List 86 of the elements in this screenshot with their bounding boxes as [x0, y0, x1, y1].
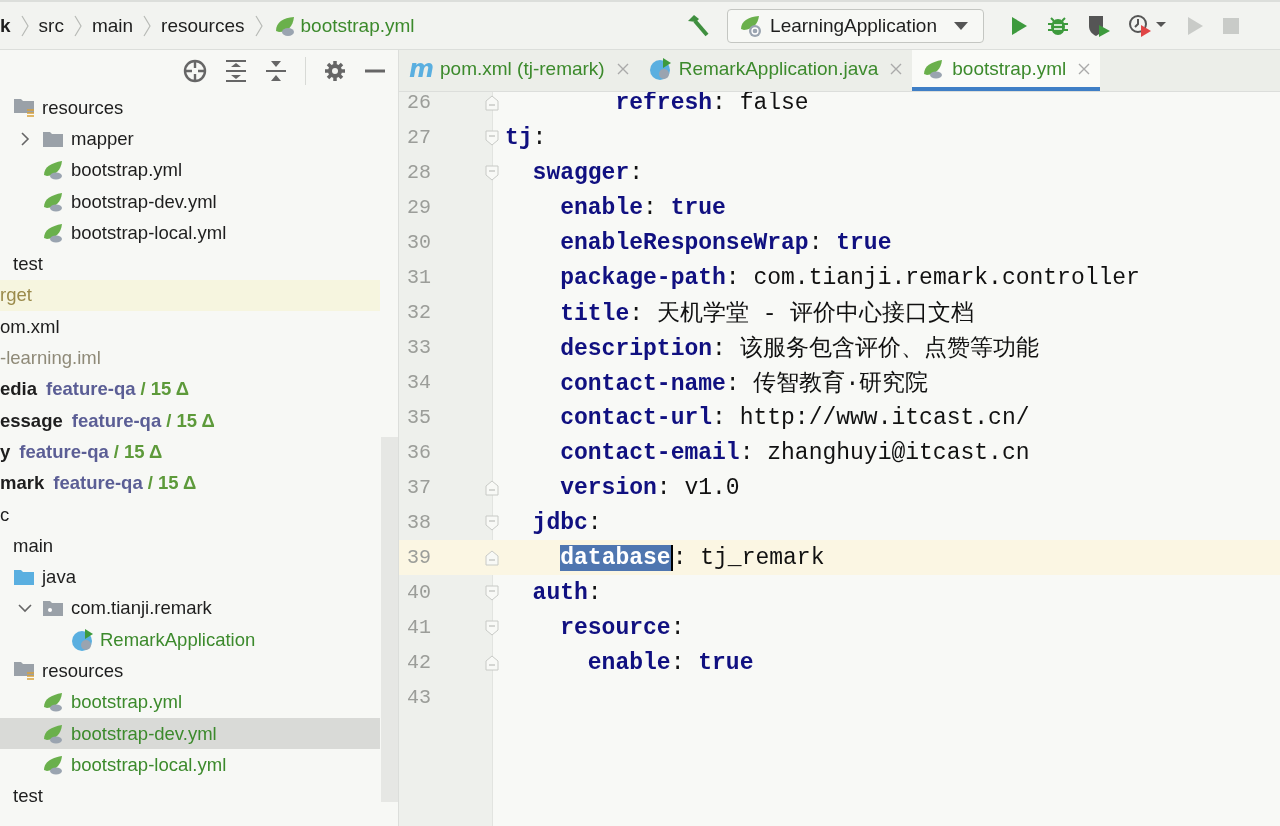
code-line: tj:	[505, 124, 547, 151]
breadcrumb-item[interactable]: src	[38, 14, 64, 37]
tree-item[interactable]: main	[0, 530, 380, 562]
code-line: package-path: com.tianji.remark.controller	[559, 264, 1140, 291]
class-icon	[71, 627, 95, 652]
tree-item[interactable]: edia feature-qa / 15 Δ	[0, 373, 380, 405]
expand-all-icon[interactable]	[225, 59, 247, 83]
run-configuration-dropdown[interactable]: LearningApplication	[727, 8, 984, 43]
line-number: 42	[406, 650, 432, 676]
package-icon	[42, 599, 64, 618]
editor-tab[interactable]: bootstrap.yml	[912, 50, 1101, 91]
breadcrumb-item[interactable]: k	[0, 14, 11, 37]
close-icon[interactable]	[890, 62, 903, 75]
maven-icon: m	[409, 56, 434, 81]
caret-icon	[953, 20, 969, 31]
tree-item[interactable]: RemarkApplication	[0, 624, 380, 656]
tree-item[interactable]: bootstrap.yml	[0, 154, 380, 186]
resources-folder-icon	[13, 97, 35, 118]
code-line: swagger:	[531, 159, 644, 186]
close-icon[interactable]	[1078, 62, 1091, 75]
tree-item[interactable]: essage feature-qa / 15 Δ	[0, 404, 380, 437]
line-number: 28	[406, 160, 432, 186]
collapse-all-icon[interactable]	[265, 59, 287, 83]
locate-icon[interactable]	[183, 59, 207, 83]
tree-item[interactable]: om.xml	[0, 311, 380, 343]
line-number: 36	[406, 440, 432, 466]
chevron-icon	[72, 14, 83, 37]
profiler-icon[interactable]	[1128, 12, 1168, 39]
code-line: version: v1.0	[559, 474, 740, 501]
stop-icon	[1222, 16, 1240, 35]
code-line: refresh: false	[614, 92, 809, 116]
resources-folder-icon	[13, 661, 35, 681]
line-number: 26	[406, 92, 432, 116]
line-number: 30	[406, 230, 432, 256]
close-icon[interactable]	[616, 62, 629, 75]
line-number: 34	[406, 370, 432, 396]
line-number: 33	[406, 335, 432, 361]
line-number: 31	[406, 265, 432, 291]
code-line: jdbc:	[531, 509, 602, 536]
folder-icon	[13, 568, 35, 587]
code-line: enableResponseWrap: true	[559, 229, 892, 256]
tree-item[interactable]: mapper	[0, 123, 380, 155]
breadcrumb-item[interactable]: resources	[161, 14, 245, 37]
tree-item[interactable]: bootstrap-local.yml	[0, 749, 380, 781]
tree-item[interactable]: resources	[0, 92, 380, 124]
tree-item[interactable]: bootstrap-local.yml	[0, 217, 380, 249]
chevron-right-icon[interactable]	[18, 131, 32, 146]
chevron-icon	[142, 14, 153, 37]
chevron-icon	[253, 14, 264, 37]
code-line: contact-url: http://www.itcast.cn/	[559, 404, 1030, 431]
class-icon	[648, 56, 673, 81]
code-line: contact-name: 传智教育·研究院	[559, 369, 929, 398]
line-number: 38	[406, 510, 432, 536]
line-number: 29	[406, 195, 432, 221]
code-line: enable: true	[586, 649, 754, 676]
tree-item[interactable]: mark feature-qa / 15 Δ	[0, 467, 380, 499]
line-number: 37	[406, 475, 432, 501]
tree-item[interactable]: c	[0, 498, 380, 531]
line-number: 32	[406, 300, 432, 326]
line-number: 39	[406, 545, 432, 571]
code-line: contact-email: zhanghuyi@itcast.cn	[559, 439, 1030, 466]
tree-item[interactable]: java	[0, 561, 380, 593]
tree-item[interactable]: test	[0, 780, 380, 812]
line-number: 35	[406, 405, 432, 431]
code-line: enable: true	[559, 194, 726, 221]
code-line: auth:	[531, 579, 602, 606]
tree-item[interactable]: resources	[0, 655, 380, 687]
line-number: 27	[406, 125, 432, 151]
line-number: 41	[406, 615, 432, 641]
code-line: resource:	[559, 614, 685, 641]
breadcrumb-item[interactable]: bootstrap.yml	[300, 14, 415, 37]
tree-item[interactable]: y feature-qa / 15 Δ	[0, 436, 380, 468]
code-line: description: 该服务包含评价、点赞等功能	[559, 334, 1039, 363]
tree-item[interactable]: bootstrap.yml	[0, 686, 380, 718]
folder-icon	[42, 129, 64, 148]
tree-item[interactable]: com.tianji.remark	[0, 592, 380, 625]
tree-item[interactable]: test	[0, 248, 380, 280]
chevron-icon	[19, 14, 30, 37]
settings-icon[interactable]	[324, 60, 346, 82]
line-number: 40	[406, 580, 432, 606]
scrollbar[interactable]	[381, 437, 398, 802]
code-line: title: 天机学堂 - 评价中心接口文档	[559, 299, 975, 328]
tree-item[interactable]: bootstrap-dev.yml	[0, 185, 380, 218]
line-number: 43	[406, 685, 432, 711]
code-line: database: tj_remark	[559, 544, 825, 571]
breadcrumb-item[interactable]: main	[91, 14, 134, 37]
